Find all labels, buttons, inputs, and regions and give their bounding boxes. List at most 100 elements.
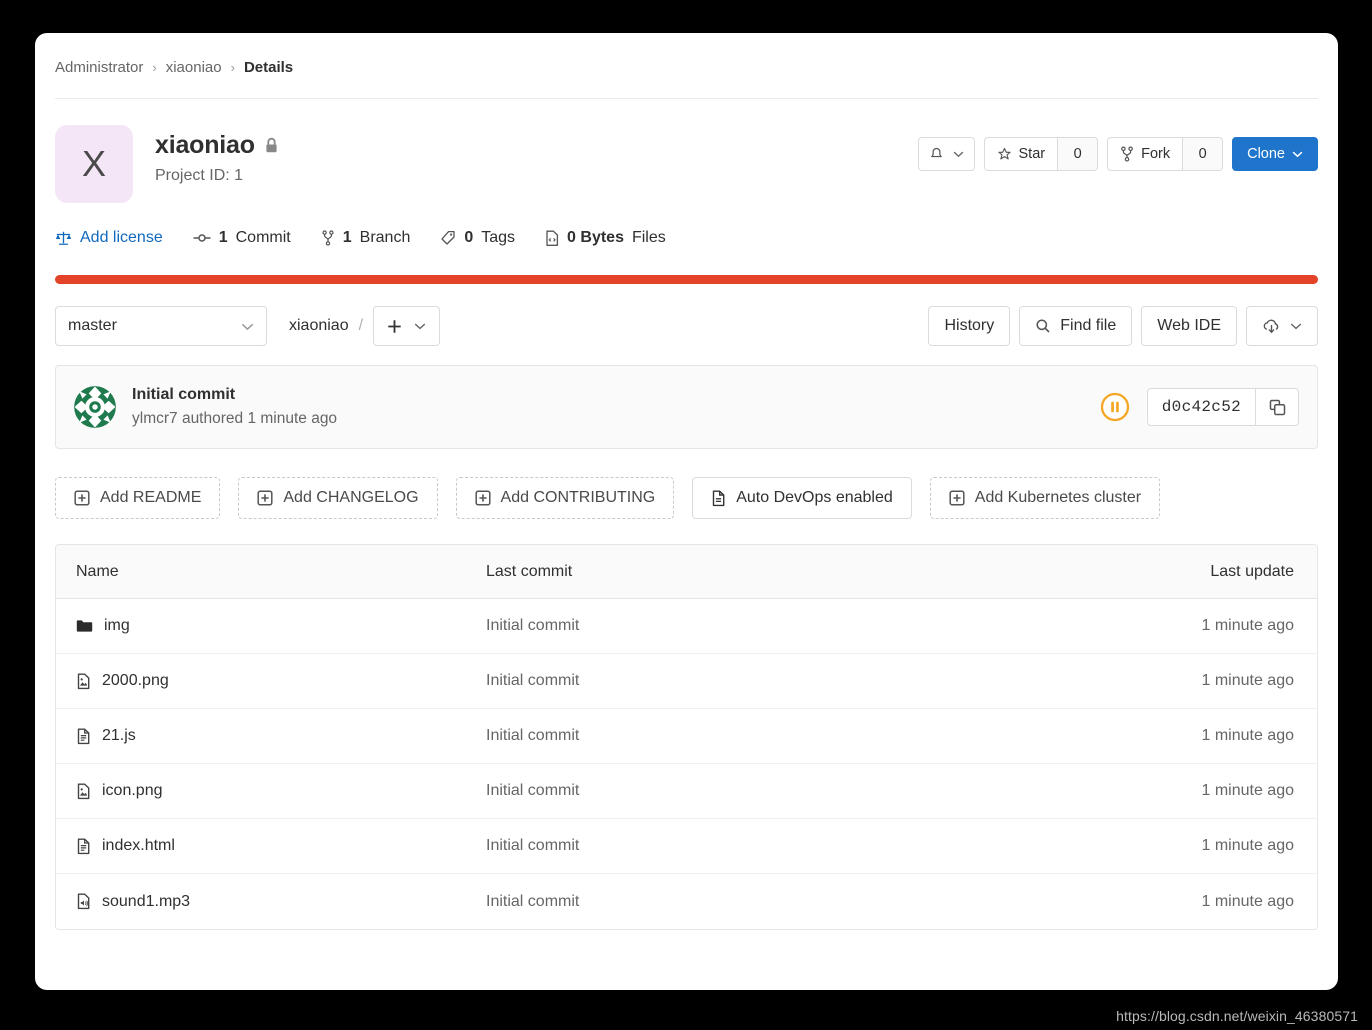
fork-button[interactable]: Fork xyxy=(1107,137,1184,171)
image-file-icon xyxy=(76,783,91,800)
file-last-commit[interactable]: Initial commit xyxy=(486,727,1077,745)
file-last-commit[interactable]: Initial commit xyxy=(486,837,1077,855)
file-name-cell: icon.png xyxy=(56,782,486,800)
chevron-down-icon xyxy=(1292,150,1303,158)
copy-icon xyxy=(1269,399,1285,415)
file-name[interactable]: 2000.png xyxy=(102,672,169,690)
lock-icon xyxy=(264,137,279,154)
history-label: History xyxy=(944,317,995,334)
stat-tags-label: Tags xyxy=(481,229,516,246)
notifications-button[interactable] xyxy=(917,137,975,171)
add-contributing-button[interactable]: Add CONTRIBUTING xyxy=(455,477,675,519)
commit-sha[interactable]: d0c42c52 xyxy=(1146,388,1255,426)
commit-sha-group: d0c42c52 xyxy=(1146,388,1299,426)
download-button[interactable] xyxy=(1246,306,1318,346)
file-name-cell: 21.js xyxy=(56,727,486,745)
table-row[interactable]: 21.js Initial commit 1 minute ago xyxy=(56,709,1317,764)
project-avatar: X xyxy=(55,125,133,203)
file-last-commit[interactable]: Initial commit xyxy=(486,782,1077,800)
file-last-update: 1 minute ago xyxy=(1201,782,1294,799)
path-separator: / xyxy=(358,317,364,334)
stat-files[interactable]: 0 Bytes Files xyxy=(545,229,666,247)
commit-info: Initial commit ylmcr7 authored 1 minute … xyxy=(132,386,337,428)
file-name[interactable]: img xyxy=(104,617,130,635)
file-name[interactable]: sound1.mp3 xyxy=(102,893,190,911)
project-page-card: Administrator › xiaoniao › Details X xia… xyxy=(35,33,1338,990)
repository-toolbar-actions: History Find file Web IDE xyxy=(928,306,1318,346)
project-header-actions: Star 0 Fork 0 Clone xyxy=(917,125,1318,171)
file-name[interactable]: 21.js xyxy=(102,727,136,745)
table-row[interactable]: icon.png Initial commit 1 minute ago xyxy=(56,764,1317,819)
fork-count: 0 xyxy=(1183,137,1224,171)
file-name-cell: index.html xyxy=(56,837,486,855)
file-name[interactable]: icon.png xyxy=(102,782,163,800)
bell-icon xyxy=(929,147,944,162)
file-name-cell: sound1.mp3 xyxy=(56,893,486,911)
clone-button[interactable]: Clone xyxy=(1232,137,1318,171)
table-row[interactable]: img Initial commit 1 minute ago xyxy=(56,599,1317,654)
pipeline-pending-icon[interactable] xyxy=(1099,391,1131,423)
project-title-row: xiaoniao xyxy=(155,131,918,160)
add-changelog-label: Add CHANGELOG xyxy=(283,489,419,506)
stat-branches[interactable]: 1 Branch xyxy=(321,229,410,247)
branch-selector[interactable]: master xyxy=(55,306,267,346)
stat-add-license[interactable]: Add license xyxy=(55,229,163,247)
project-id-label: Project ID: 1 xyxy=(155,167,244,184)
copy-sha-button[interactable] xyxy=(1255,388,1299,426)
repository-path: xiaoniao / xyxy=(289,306,441,346)
file-last-commit[interactable]: Initial commit xyxy=(486,672,1077,690)
web-ide-label: Web IDE xyxy=(1157,317,1221,334)
table-row[interactable]: index.html Initial commit 1 minute ago xyxy=(56,819,1317,874)
star-button[interactable]: Star xyxy=(983,137,1059,171)
find-file-label: Find file xyxy=(1060,317,1117,334)
breadcrumb-separator-icon: › xyxy=(230,60,235,75)
add-kubernetes-cluster-label: Add Kubernetes cluster xyxy=(974,489,1142,506)
stat-tags-value: 0 xyxy=(464,229,474,246)
add-to-tree-button[interactable] xyxy=(373,306,441,346)
table-row[interactable]: 2000.png Initial commit 1 minute ago xyxy=(56,654,1317,709)
folder-icon xyxy=(76,619,93,633)
fork-icon xyxy=(1120,146,1134,162)
chevron-down-icon xyxy=(414,322,426,330)
commit-icon xyxy=(193,231,211,245)
path-root[interactable]: xiaoniao xyxy=(289,317,349,335)
star-count: 0 xyxy=(1058,137,1099,171)
doc-icon xyxy=(711,490,726,507)
file-last-commit[interactable]: Initial commit xyxy=(486,893,1077,911)
add-contributing-label: Add CONTRIBUTING xyxy=(500,489,656,506)
file-last-commit[interactable]: Initial commit xyxy=(486,617,1077,635)
stat-commits-value: 1 xyxy=(218,229,228,246)
tag-icon xyxy=(440,230,456,246)
file-name[interactable]: index.html xyxy=(102,837,175,855)
table-row[interactable]: sound1.mp3 Initial commit 1 minute ago xyxy=(56,874,1317,929)
file-last-update: 1 minute ago xyxy=(1201,837,1294,854)
stat-commits[interactable]: 1 Commit xyxy=(193,229,291,247)
avatar-letter: X xyxy=(81,143,106,184)
add-changelog-button[interactable]: Add CHANGELOG xyxy=(238,477,438,519)
project-stats: Add license 1 Commit 1 Branch 0 Tags 0 B… xyxy=(35,203,1338,247)
find-file-button[interactable]: Find file xyxy=(1019,306,1133,346)
scale-icon xyxy=(55,230,72,246)
column-header-last-update: Last update xyxy=(1210,562,1294,580)
watermark-url: https://blog.csdn.net/weixin_46380571 xyxy=(1116,1008,1358,1024)
file-last-update: 1 minute ago xyxy=(1201,892,1294,910)
add-kubernetes-cluster-button[interactable]: Add Kubernetes cluster xyxy=(929,477,1161,519)
plus-icon xyxy=(387,319,402,334)
breadcrumb-item-details[interactable]: Details xyxy=(244,59,293,76)
plus-square-icon xyxy=(74,490,90,506)
commit-message[interactable]: Initial commit xyxy=(132,386,337,404)
download-cloud-icon xyxy=(1262,318,1281,335)
text-file-icon xyxy=(76,838,91,855)
web-ide-button[interactable]: Web IDE xyxy=(1141,306,1237,346)
file-code-icon xyxy=(545,230,559,247)
breadcrumb-item-xiaoniao[interactable]: xiaoniao xyxy=(166,59,222,76)
file-last-update: 1 minute ago xyxy=(1201,617,1294,634)
history-button[interactable]: History xyxy=(928,306,1011,346)
breadcrumb-item-administrator[interactable]: Administrator xyxy=(55,59,143,76)
stat-tags[interactable]: 0 Tags xyxy=(440,229,515,247)
file-table-header: Name Last commit Last update xyxy=(56,545,1317,599)
commit-actions: d0c42c52 xyxy=(1099,388,1299,426)
add-readme-button[interactable]: Add README xyxy=(55,477,221,519)
breadcrumb: Administrator › xiaoniao › Details xyxy=(35,33,1338,76)
auto-devops-button[interactable]: Auto DevOps enabled xyxy=(692,477,912,519)
